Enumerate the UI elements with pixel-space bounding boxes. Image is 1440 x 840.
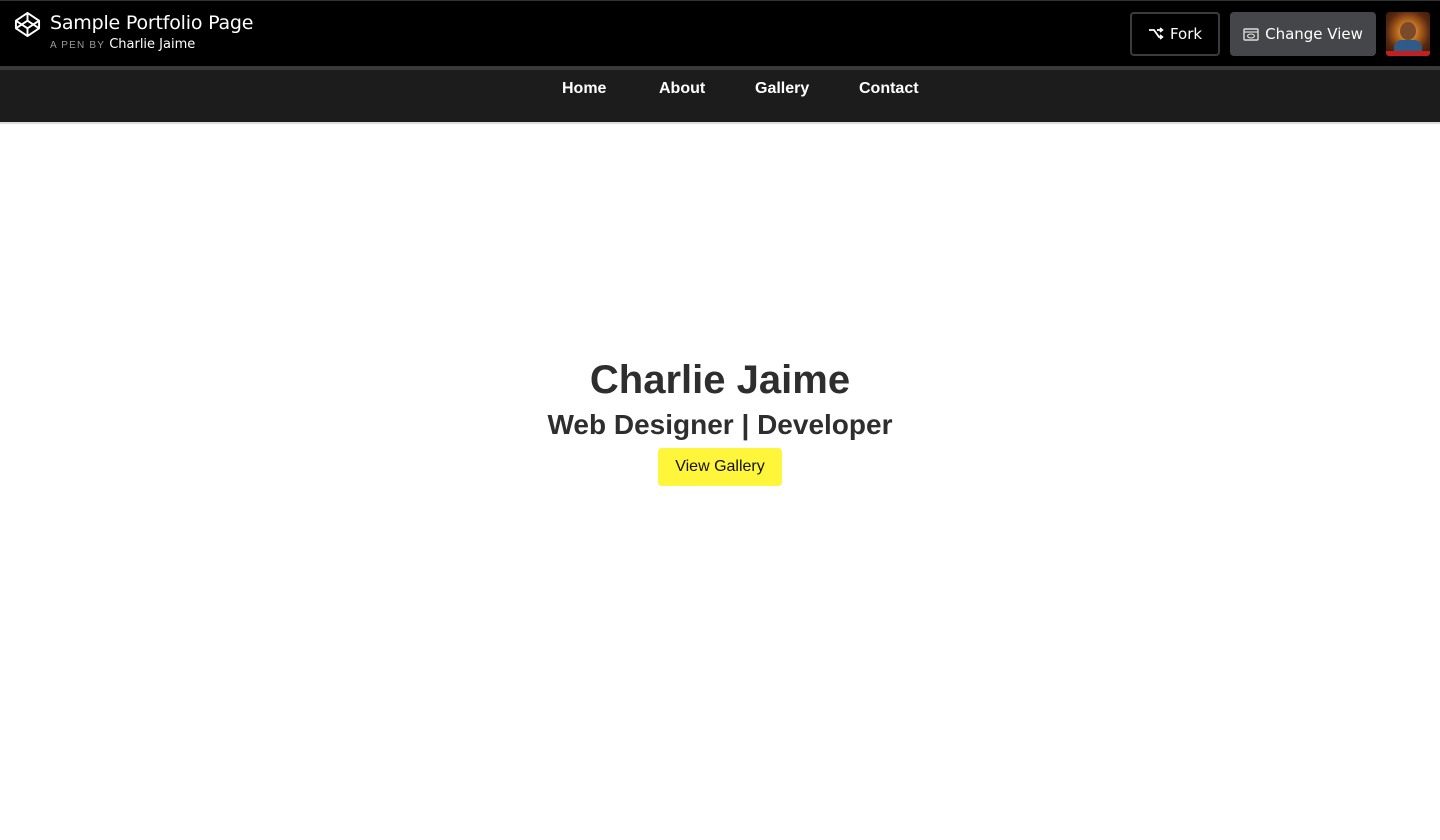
codepen-header: Sample Portfolio Page A PEN BY Charlie J… <box>0 0 1440 66</box>
codepen-logo-icon[interactable] <box>14 11 41 38</box>
hero-subtitle: Web Designer | Developer <box>547 409 893 440</box>
pen-author-link[interactable]: Charlie Jaime <box>109 37 195 52</box>
fork-icon <box>1148 27 1164 40</box>
hero-name: Charlie Jaime <box>589 358 851 402</box>
nav-contact[interactable]: Contact <box>859 80 919 98</box>
change-view-label: Change View <box>1265 25 1363 43</box>
change-view-icon <box>1243 27 1259 41</box>
change-view-button[interactable]: Change View <box>1230 12 1376 56</box>
pen-title: Sample Portfolio Page <box>50 12 254 34</box>
hero-section: Charlie Jaime Web Designer | Developer V… <box>0 126 1440 840</box>
pen-byline: A PEN BY Charlie Jaime <box>50 37 253 52</box>
fork-button[interactable]: Fork <box>1130 12 1220 56</box>
user-avatar[interactable] <box>1386 12 1430 56</box>
nav-about[interactable]: About <box>659 80 705 98</box>
pen-title-block: Sample Portfolio Page A PEN BY Charlie J… <box>50 11 253 52</box>
site-nav: Home About Gallery Contact <box>0 70 1440 124</box>
view-gallery-button[interactable]: View Gallery <box>658 448 782 486</box>
nav-home[interactable]: Home <box>562 80 606 98</box>
fork-label: Fork <box>1169 25 1203 43</box>
nav-gallery[interactable]: Gallery <box>755 80 809 98</box>
byline-prefix: A PEN BY <box>50 40 106 51</box>
